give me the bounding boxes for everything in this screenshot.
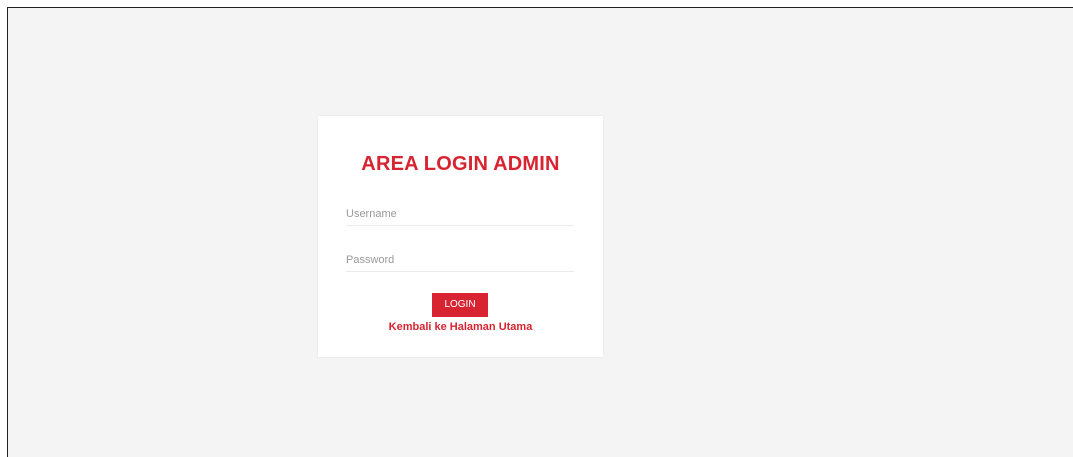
login-card: AREA LOGIN ADMIN LOGIN Kembali ke Halama… — [318, 116, 603, 357]
page-background: AREA LOGIN ADMIN LOGIN Kembali ke Halama… — [7, 7, 1073, 457]
login-title: AREA LOGIN ADMIN — [361, 153, 560, 175]
password-input[interactable] — [346, 249, 574, 272]
login-button[interactable]: LOGIN — [432, 293, 488, 317]
back-to-home-link[interactable]: Kembali ke Halaman Utama — [318, 320, 603, 334]
username-input[interactable] — [346, 203, 574, 226]
